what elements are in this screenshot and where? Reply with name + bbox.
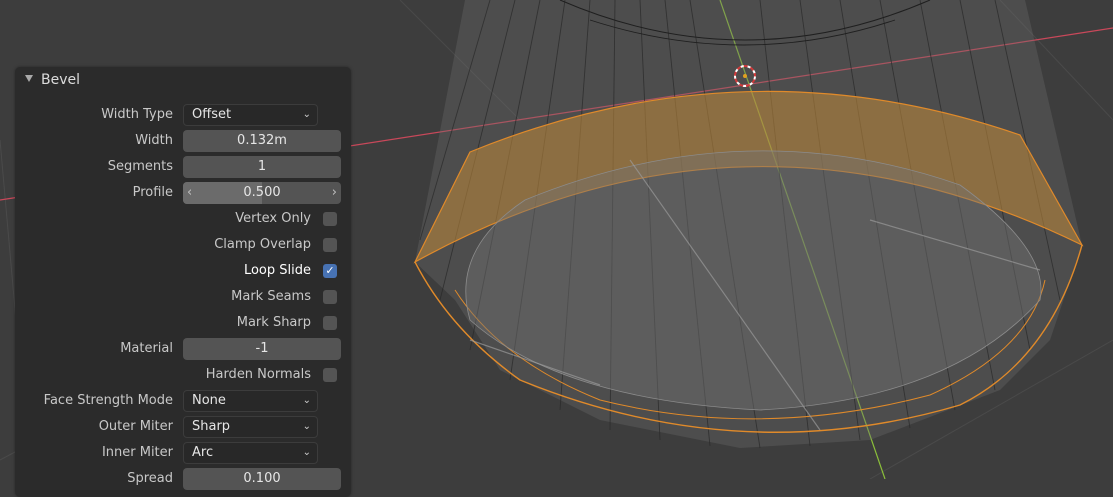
inner-miter-value: Arc (192, 445, 214, 460)
vertex-only-row[interactable]: Vertex Only (15, 208, 351, 230)
width-type-label: Width Type (101, 107, 173, 122)
chevron-down-icon: ⌄ (302, 109, 311, 120)
material-row: Material -1 (15, 338, 351, 360)
arrow-left-icon[interactable]: ‹ (187, 182, 192, 204)
outer-miter-dropdown[interactable]: Sharp ⌄ (183, 416, 318, 438)
width-field[interactable]: 0.132m (183, 130, 341, 152)
material-field[interactable]: -1 (183, 338, 341, 360)
segments-field[interactable]: 1 (183, 156, 341, 178)
face-strength-mode-value: None (192, 393, 226, 408)
material-label: Material (120, 341, 173, 356)
mark-sharp-checkbox[interactable] (323, 316, 337, 330)
profile-label: Profile (132, 185, 173, 200)
clamp-overlap-row[interactable]: Clamp Overlap (15, 234, 351, 256)
clamp-overlap-label: Clamp Overlap (214, 237, 311, 252)
spread-row: Spread 0.100 (15, 468, 351, 490)
chevron-down-icon: ⌄ (302, 395, 311, 406)
arrow-right-icon[interactable]: › (332, 182, 337, 204)
face-strength-mode-label: Face Strength Mode (43, 393, 173, 408)
segments-row: Segments 1 (15, 156, 351, 178)
profile-slider[interactable]: 0.500 ‹ › (183, 182, 341, 204)
face-strength-mode-row: Face Strength Mode None ⌄ (15, 390, 351, 412)
outer-miter-label: Outer Miter (98, 419, 173, 434)
inner-miter-dropdown[interactable]: Arc ⌄ (183, 442, 318, 464)
profile-value: 0.500 (243, 185, 281, 200)
vertex-only-checkbox[interactable] (323, 212, 337, 226)
width-label: Width (135, 133, 173, 148)
vertex-only-label: Vertex Only (235, 211, 311, 226)
width-type-dropdown[interactable]: Offset ⌄ (183, 104, 318, 126)
checkmark-icon: ✓ (325, 264, 335, 277)
loop-slide-row[interactable]: Loop Slide ✓ (15, 260, 351, 282)
mark-sharp-label: Mark Sharp (236, 315, 311, 330)
width-type-row: Width Type Offset ⌄ (15, 104, 351, 126)
segments-label: Segments (107, 159, 173, 174)
clamp-overlap-checkbox[interactable] (323, 238, 337, 252)
harden-normals-row[interactable]: Harden Normals (15, 364, 351, 386)
panel-header[interactable]: Bevel (15, 67, 351, 93)
loop-slide-label: Loop Slide (243, 263, 311, 278)
chevron-down-icon: ⌄ (302, 421, 311, 432)
profile-row: Profile 0.500 ‹ › (15, 182, 351, 204)
mark-sharp-row[interactable]: Mark Sharp (15, 312, 351, 334)
width-row: Width 0.132m (15, 130, 351, 152)
outer-miter-value: Sharp (192, 419, 231, 434)
bevel-operator-panel: Bevel Width Type Offset ⌄ Width 0.132m S… (15, 67, 351, 497)
panel-title: Bevel (41, 72, 81, 88)
width-type-value: Offset (192, 107, 232, 122)
mark-seams-label: Mark Seams (231, 289, 311, 304)
chevron-down-icon: ⌄ (302, 447, 311, 458)
mark-seams-checkbox[interactable] (323, 290, 337, 304)
inner-miter-row: Inner Miter Arc ⌄ (15, 442, 351, 464)
loop-slide-checkbox[interactable]: ✓ (323, 264, 337, 278)
face-strength-mode-dropdown[interactable]: None ⌄ (183, 390, 318, 412)
harden-normals-checkbox[interactable] (323, 368, 337, 382)
collapse-triangle-icon[interactable] (25, 75, 33, 82)
outer-miter-row: Outer Miter Sharp ⌄ (15, 416, 351, 438)
inner-miter-label: Inner Miter (101, 445, 173, 460)
spread-field[interactable]: 0.100 (183, 468, 341, 490)
mark-seams-row[interactable]: Mark Seams (15, 286, 351, 308)
harden-normals-label: Harden Normals (205, 367, 311, 382)
